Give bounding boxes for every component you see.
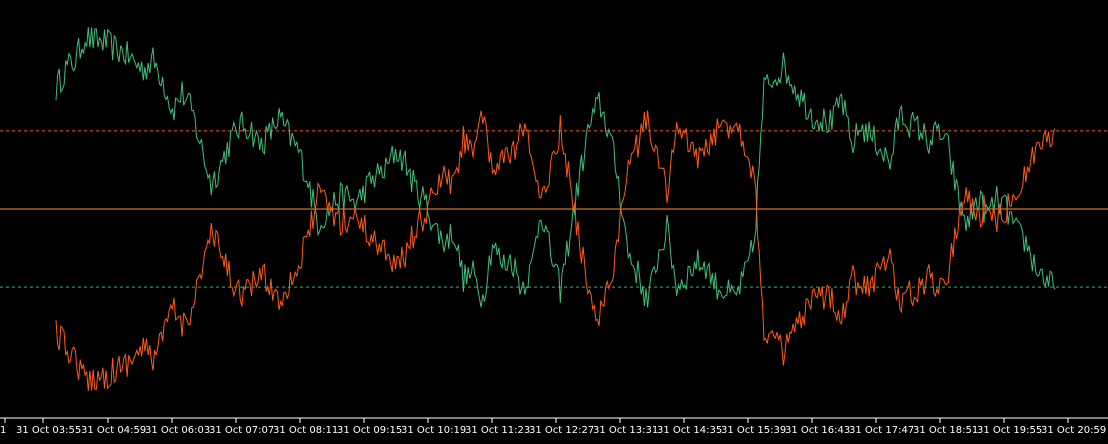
x-tick-label: 31 Oct 13:31 [593, 425, 658, 436]
x-tick-label: 31 Oct 04:59 [81, 425, 146, 436]
x-tick-label: 31 Oct 06:03 [145, 425, 210, 436]
x-tick-label: 31 Oct 18:51 [913, 425, 978, 436]
x-tick-label: 31 Oct 07:07 [209, 425, 274, 436]
chart: 1 31 Oct 03:55 31 Oct 04:59 31 Oct 06:03 31 … [0, 0, 1108, 439]
levels [0, 130, 1108, 288]
x-axis: 1 31 Oct 03:55 31 Oct 04:5931 Oct 06:0331 … [0, 417, 1108, 436]
series-line-0 [55, 27, 1056, 308]
x-tick-label: 31 Oct 16:43 [785, 425, 850, 436]
x-tick-label: 31 Oct 15:39 [721, 425, 786, 436]
x-tick-label: 31 Oct 08:11 [273, 425, 338, 436]
x-tick-label: 31 Oct 20:59 [1041, 425, 1106, 436]
x-tick-label: 31 Oct 14:35 [657, 425, 722, 436]
x-tick-label: 31 Oct 19:55 [977, 425, 1042, 436]
x-tick-label: 31 Oct 12:27 [529, 425, 594, 436]
line-chart: 1 31 Oct 03:55 31 Oct 04:5931 Oct 06:0331 … [0, 27, 1108, 436]
x-tick-label: 31 Oct 03:55 [16, 425, 81, 436]
x-tick-label: 31 Oct 09:15 [337, 425, 402, 436]
series-line-1 [55, 110, 1056, 391]
x-tick-label: 31 Oct 17:47 [849, 425, 914, 436]
x-tick-label: 1 [0, 425, 6, 436]
x-tick-label: 31 Oct 11:23 [465, 425, 530, 436]
x-tick-label: 31 Oct 10:19 [401, 425, 466, 436]
